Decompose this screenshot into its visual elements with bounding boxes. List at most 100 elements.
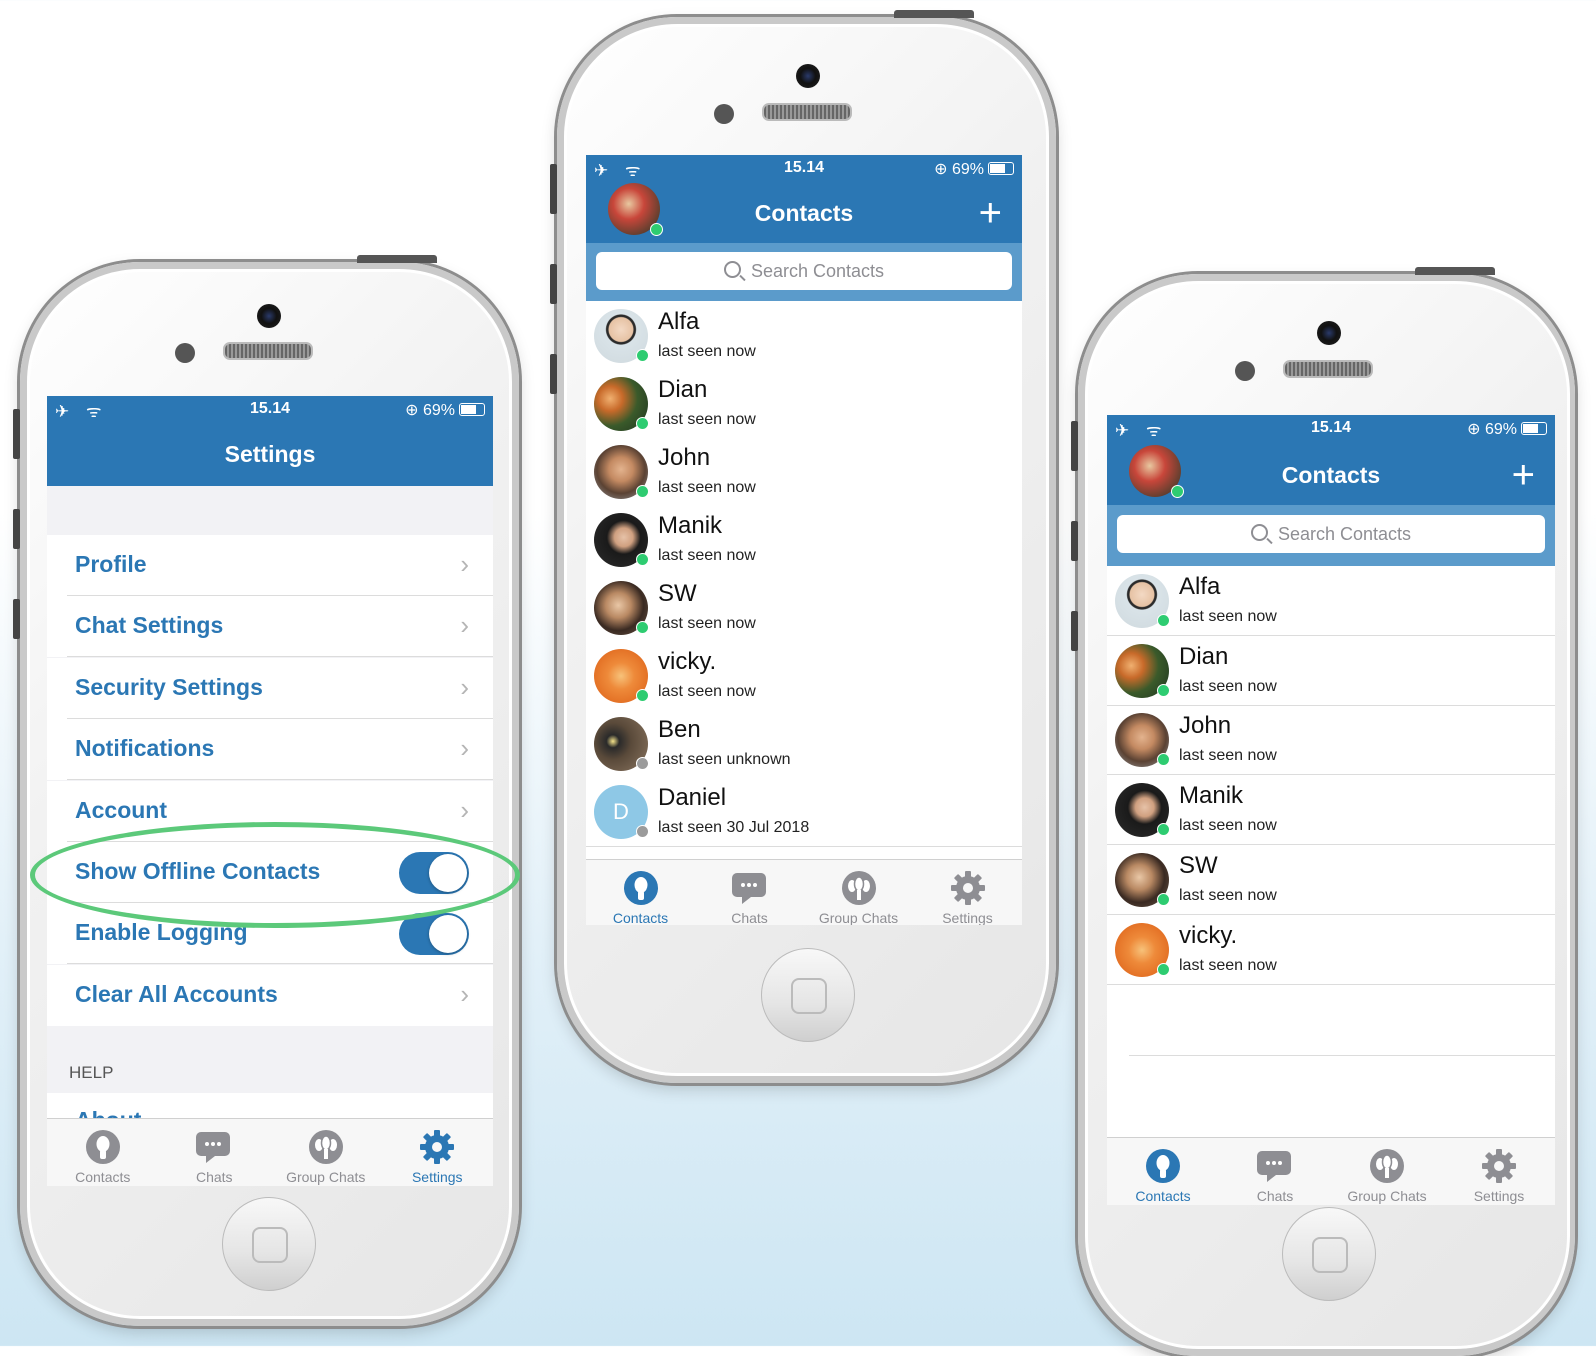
contact-row-sw[interactable]: SW last seen now [1107,845,1555,915]
presence-indicator [1157,753,1170,767]
tab-settings[interactable]: Settings [382,1119,494,1185]
presence-indicator [1157,823,1170,837]
settings-row-clear-all-accounts[interactable]: Clear All Accounts › [47,964,493,1026]
contact-row-alfa[interactable]: Alfa last seen now [586,302,1022,371]
contact-row-sw[interactable]: SW last seen now [586,574,1022,643]
search-input[interactable]: Search Contacts [1117,515,1545,553]
contact-name: vicky. [658,648,717,675]
contact-row-dian[interactable]: Dian last seen now [586,370,1022,439]
power-button [1415,267,1495,275]
presence-indicator [636,485,649,498]
battery-icon [988,162,1014,175]
search-placeholder: Search Contacts [750,261,885,281]
volume-up-button [1071,521,1078,561]
search-input[interactable]: Search Contacts [596,252,1012,290]
tab-group-chats[interactable]: Group Chats [804,860,913,925]
mute-switch [13,409,20,459]
presence-indicator [1157,962,1170,976]
front-camera [257,304,281,328]
settings-row-security-settings[interactable]: Security Settings › [47,657,493,719]
contact-last-seen: last seen now [1179,886,1277,904]
phone-settings: ✈ ᯤ 15.14 ⊕ 69% Settings Profile › Chat Se… [13,255,519,1326]
status-bar: ✈ ᯤ 15.14 ⊕ 69% [586,155,1022,181]
volume-up-button [550,264,557,304]
tab-contacts[interactable]: Contacts [1107,1138,1219,1204]
contact-last-seen: last seen now [658,479,756,496]
contacts-screen: ✈ ᯤ 15.14 ⊕ 69% Contacts + Search Contac… [586,155,1022,925]
contacts-navbar: ✈ ᯤ 15.14 ⊕ 69% Contacts + [1107,415,1555,505]
status-battery-text: ⊕ 69% [934,161,984,178]
status-battery-text: ⊕ 69% [1467,421,1517,438]
tab-contacts[interactable]: Contacts [586,860,695,925]
tab-label: Chats [731,910,768,925]
contact-row-john[interactable]: John last seen now [586,438,1022,507]
presence-indicator [1157,892,1170,906]
search-icon [723,261,741,278]
tab-label: Group Chats [286,1169,366,1185]
presence-indicator [636,553,649,566]
tab-label: Chats [195,1169,233,1185]
tab-settings[interactable]: Settings [1443,1138,1555,1204]
contact-row-ben[interactable]: Ben last seen unknown [586,710,1022,779]
contact-row-dian[interactable]: Dian last seen now [1107,636,1555,706]
group-icon [270,1129,382,1165]
volume-down-button [13,599,20,639]
contact-row-john[interactable]: John last seen now [1107,706,1555,776]
home-button[interactable] [761,948,855,1042]
tab-chats[interactable]: Chats [695,860,804,925]
tab-settings[interactable]: Settings [913,860,1022,925]
page-title: Contacts [754,200,854,226]
contact-row-daniel[interactable]: D Daniel last seen 30 Jul 2018 [586,778,1022,847]
presence-indicator [636,417,649,430]
proximity-sensor [714,104,734,124]
contact-name: vicky. [1179,921,1238,949]
contact-last-seen: last seen now [1179,677,1277,695]
rotation-lock-icon: ⊕ [405,402,419,419]
tab-group-chats[interactable]: Group Chats [1331,1138,1443,1204]
settings-row-label: Notifications [75,735,215,762]
contact-name: John [658,444,711,471]
add-contact-button[interactable]: + [979,193,1002,233]
volume-down-button [1071,611,1078,651]
tab-bar: Contacts Chats Group Chats Settings [1107,1137,1555,1205]
home-button[interactable] [1282,1207,1376,1301]
volume-up-button [13,509,20,549]
presence-indicator [636,621,649,634]
contact-last-seen: last seen now [658,615,756,632]
tab-label: Group Chats [1347,1188,1427,1204]
presence-indicator [636,825,649,838]
home-button[interactable] [222,1197,316,1291]
contact-name: Daniel [658,784,727,811]
contact-row-vicky[interactable]: vicky. last seen now [586,642,1022,711]
settings-row-profile[interactable]: Profile › [47,535,493,596]
page-title: Settings [224,441,316,467]
phone-contacts-online: ✈ ᯤ 15.14 ⊕ 69% Contacts + Search Contac… [1071,267,1575,1356]
contact-row-vicky[interactable]: vicky. last seen now [1107,915,1555,985]
tab-label: Contacts [75,1169,131,1185]
tab-label: Contacts [612,910,669,925]
person-icon [47,1129,159,1165]
search-bar: Search Contacts [586,243,1022,301]
tab-chats[interactable]: Chats [1219,1138,1331,1204]
tab-chats[interactable]: Chats [159,1119,271,1185]
contact-last-seen: last seen now [1179,956,1277,974]
tab-contacts[interactable]: Contacts [47,1119,159,1185]
chevron-right-icon: › [460,733,469,764]
settings-row-notifications[interactable]: Notifications › [47,719,493,781]
group-icon [804,870,913,906]
enable-logging-toggle[interactable] [399,913,469,956]
contact-last-seen: last seen now [658,343,756,360]
contact-row-manik[interactable]: Manik last seen now [1107,776,1555,846]
add-contact-button[interactable]: + [1512,455,1535,495]
contact-row-manik[interactable]: Manik last seen now [586,506,1022,575]
contact-last-seen: last seen now [1179,747,1277,765]
settings-row-chat-settings[interactable]: Chat Settings › [47,596,493,658]
tab-group-chats[interactable]: Group Chats [270,1119,382,1185]
chevron-right-icon: › [460,671,469,702]
contact-row-alfa[interactable]: Alfa last seen now [1107,567,1555,636]
presence-indicator [636,757,649,770]
contact-last-seen: last seen now [658,683,756,700]
contact-name: Dian [1179,642,1229,670]
contact-name: Alfa [658,308,700,335]
status-battery-text: ⊕ 69% [405,402,455,419]
